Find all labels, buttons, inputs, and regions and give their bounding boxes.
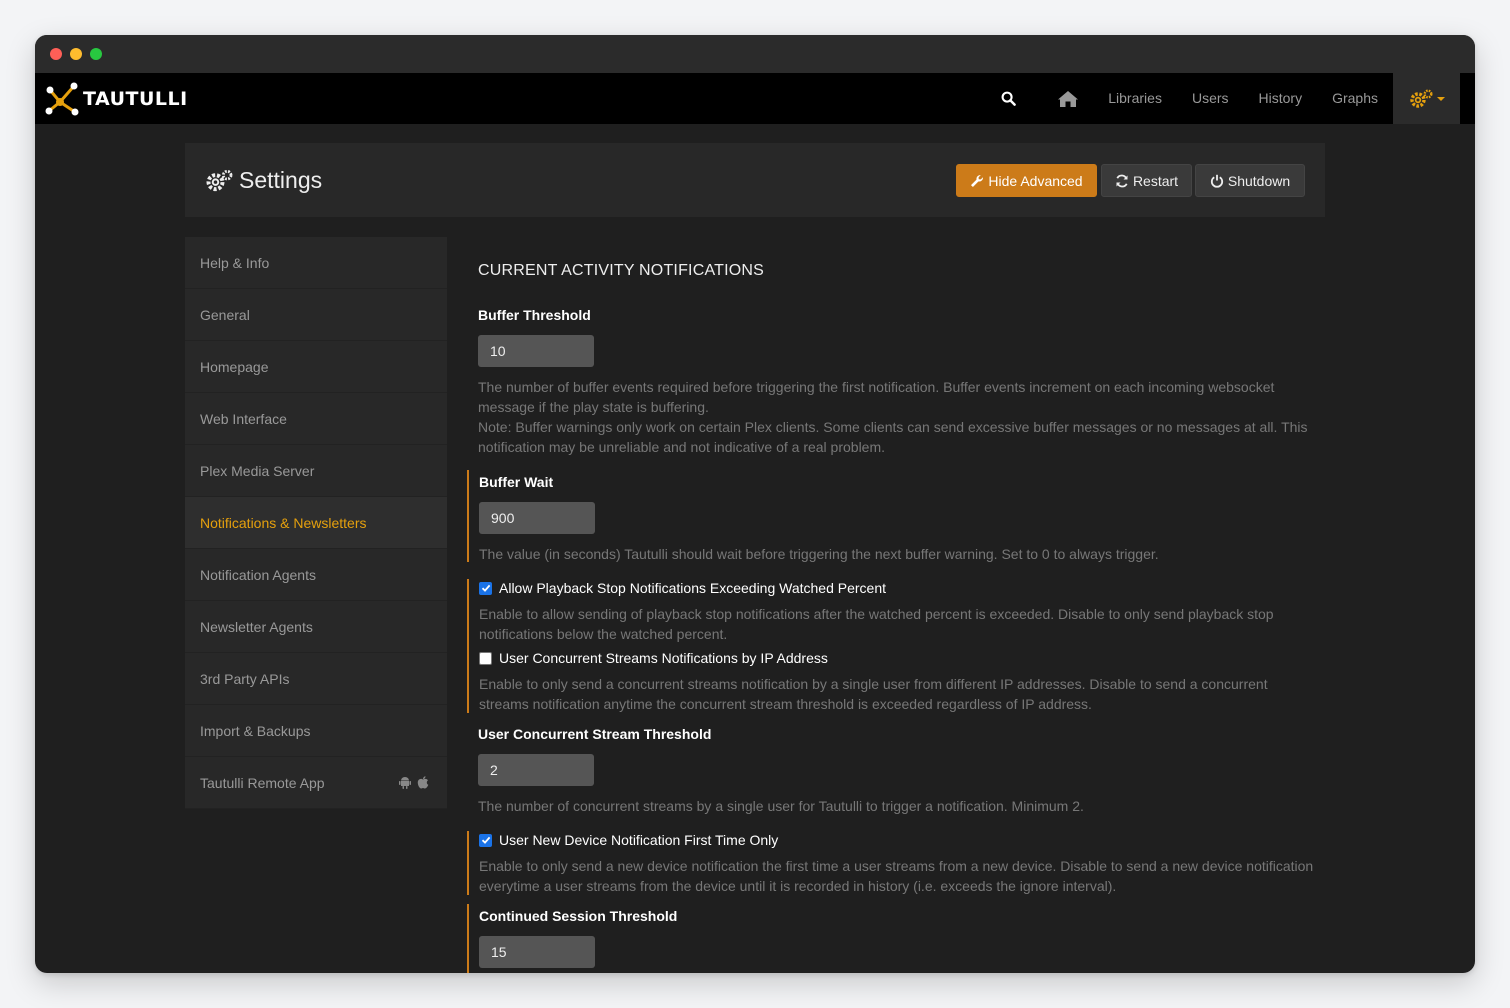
sidebar-item-general[interactable]: General bbox=[185, 289, 447, 341]
platform-icons bbox=[399, 776, 429, 789]
advanced-indicator bbox=[467, 831, 469, 895]
wrench-icon bbox=[971, 174, 984, 187]
brand-name: TAUTULLI bbox=[83, 88, 188, 110]
sidebar-item-notifications-newsletters[interactable]: Notifications & Newsletters bbox=[185, 497, 447, 549]
concurrent-threshold-label: User Concurrent Stream Threshold bbox=[478, 726, 712, 742]
restart-button[interactable]: Restart bbox=[1101, 164, 1192, 197]
concurrent-ip-help: Enable to only send a concurrent streams… bbox=[479, 676, 1268, 712]
sidebar-item-homepage[interactable]: Homepage bbox=[185, 341, 447, 393]
buffer-wait-label: Buffer Wait bbox=[479, 474, 554, 490]
sidebar-item-3rd-party-apis[interactable]: 3rd Party APIs bbox=[185, 653, 447, 705]
page-title: Settings bbox=[205, 167, 322, 194]
hide-advanced-button[interactable]: Hide Advanced bbox=[956, 164, 1097, 197]
advanced-indicator bbox=[467, 904, 469, 973]
concurrent-ip-checkbox-row[interactable]: User Concurrent Streams Notifications by… bbox=[479, 650, 828, 666]
buffer-threshold-help: The number of buffer events required bef… bbox=[478, 379, 1308, 455]
shutdown-button[interactable]: Shutdown bbox=[1195, 164, 1305, 197]
nav-history[interactable]: History bbox=[1244, 73, 1318, 124]
advanced-indicator bbox=[467, 579, 469, 713]
nav-graphs[interactable]: Graphs bbox=[1317, 73, 1393, 124]
close-window-button[interactable] bbox=[50, 48, 62, 60]
continued-session-label: Continued Session Threshold bbox=[479, 908, 678, 924]
sidebar-item-help-info[interactable]: Help & Info bbox=[185, 237, 447, 289]
home-icon bbox=[1058, 90, 1079, 107]
new-device-checkbox-row[interactable]: User New Device Notification First Time … bbox=[479, 832, 778, 848]
home-button[interactable] bbox=[1048, 73, 1088, 124]
search-button[interactable] bbox=[988, 73, 1028, 124]
checkmark-icon bbox=[481, 584, 490, 592]
brand-logo[interactable]: TAUTULLI bbox=[43, 81, 188, 117]
new-device-checkbox[interactable] bbox=[479, 833, 492, 847]
concurrent-threshold-input[interactable]: 2 bbox=[478, 754, 594, 786]
buffer-wait-input[interactable]: 900 bbox=[479, 502, 595, 534]
playback-stop-help: Enable to allow sending of playback stop… bbox=[479, 606, 1274, 642]
gears-icon bbox=[1409, 89, 1432, 108]
browser-window: TAUTULLI Libraries Users History Graphs bbox=[35, 35, 1475, 973]
checkmark-icon bbox=[481, 836, 490, 844]
nav-menu: Libraries Users History Graphs bbox=[988, 73, 1460, 124]
sidebar-item-newsletter-agents[interactable]: Newsletter Agents bbox=[185, 601, 447, 653]
nav-users[interactable]: Users bbox=[1177, 73, 1244, 124]
sidebar-item-tautulli-remote-app[interactable]: Tautulli Remote App bbox=[185, 757, 447, 809]
window-titlebar bbox=[35, 35, 1475, 73]
nav-libraries[interactable]: Libraries bbox=[1093, 73, 1177, 124]
section-title: CURRENT ACTIVITY NOTIFICATIONS bbox=[478, 262, 765, 279]
advanced-indicator bbox=[467, 470, 469, 562]
settings-header: Settings Hide Advanced Restart Shutdown bbox=[185, 143, 1325, 217]
minimize-window-button[interactable] bbox=[70, 48, 82, 60]
search-icon bbox=[1001, 91, 1016, 106]
maximize-window-button[interactable] bbox=[90, 48, 102, 60]
sidebar-item-import-backups[interactable]: Import & Backups bbox=[185, 705, 447, 757]
buffer-threshold-input[interactable]: 10 bbox=[478, 335, 594, 367]
buffer-threshold-label: Buffer Threshold bbox=[478, 307, 591, 323]
playback-stop-checkbox[interactable] bbox=[479, 581, 492, 595]
playback-stop-checkbox-row[interactable]: Allow Playback Stop Notifications Exceed… bbox=[479, 580, 886, 596]
settings-dropdown-button[interactable] bbox=[1393, 73, 1460, 124]
sidebar-item-web-interface[interactable]: Web Interface bbox=[185, 393, 447, 445]
concurrent-ip-checkbox[interactable] bbox=[479, 651, 492, 665]
page-title-text: Settings bbox=[239, 167, 323, 193]
tautulli-logo-icon bbox=[45, 82, 79, 116]
continued-session-input[interactable]: 15 bbox=[479, 936, 595, 968]
settings-sidebar: Help & Info General Homepage Web Interfa… bbox=[185, 237, 447, 809]
new-device-help: Enable to only send a new device notific… bbox=[479, 858, 1314, 894]
sidebar-item-plex-media-server[interactable]: Plex Media Server bbox=[185, 445, 447, 497]
power-icon bbox=[1210, 174, 1223, 188]
gears-icon bbox=[206, 169, 233, 191]
sidebar-item-notification-agents[interactable]: Notification Agents bbox=[185, 549, 447, 601]
android-icon bbox=[399, 777, 411, 789]
apple-icon bbox=[417, 776, 429, 789]
buffer-wait-help: The value (in seconds) Tautulli should w… bbox=[479, 546, 1159, 562]
refresh-icon bbox=[1116, 174, 1128, 187]
concurrent-threshold-help: The number of concurrent streams by a si… bbox=[478, 798, 1084, 814]
chevron-down-icon bbox=[1436, 96, 1445, 101]
top-navbar: TAUTULLI Libraries Users History Graphs bbox=[35, 73, 1475, 124]
